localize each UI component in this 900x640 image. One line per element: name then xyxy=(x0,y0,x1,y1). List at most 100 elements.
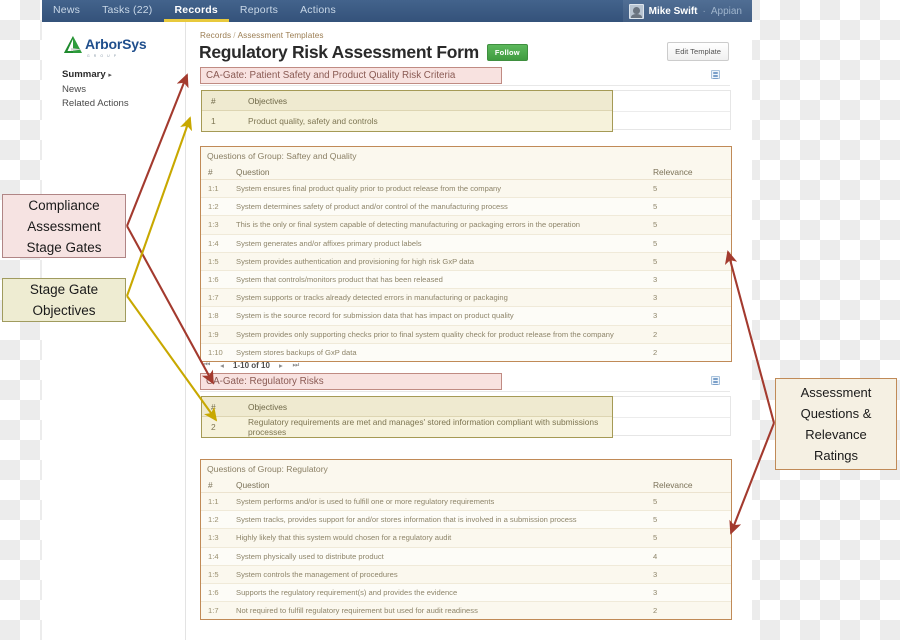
breadcrumb-root[interactable]: Records xyxy=(200,31,231,40)
question-text: System performs and/or is used to fulfil… xyxy=(236,497,495,507)
main-panel: Records / Assessment Templates Regulatory … xyxy=(187,22,743,640)
table-row[interactable]: 1:4 System generates and/or affixes prima… xyxy=(201,234,731,253)
table-row[interactable]: 1:2 System tracks, provides support for a… xyxy=(201,511,731,530)
question-text: System is the source record for submissi… xyxy=(236,311,514,321)
table-row[interactable]: 1:8 System is the source record for submi… xyxy=(201,307,731,326)
table-row[interactable]: 1:5 System controls the management of pro… xyxy=(201,565,731,584)
follow-button[interactable]: Follow xyxy=(486,43,528,61)
pager-range-label: 1-10 of 10 xyxy=(233,360,270,370)
gate-header: CA-Gate: Patient Safety and Product Qual… xyxy=(200,67,502,84)
relevance-value: 2 xyxy=(653,606,658,616)
question-number: 1:5 xyxy=(208,569,219,579)
pager-next-button[interactable]: ▸ xyxy=(277,361,285,370)
table-row[interactable]: 1:3 This is the only or final system capa… xyxy=(201,216,731,235)
question-number: 1:4 xyxy=(208,551,219,561)
question-number: 1:9 xyxy=(208,329,219,339)
section-menu-icon[interactable] xyxy=(711,70,720,80)
callout-assessment-questions-relevance-ratings: Assessment Questions & Relevance Ratings xyxy=(775,378,897,470)
table-header-row: # Objectives xyxy=(202,397,612,417)
title-row: Regulatory Risk Assessment Form Follow xyxy=(199,41,528,63)
relevance-value: 5 xyxy=(653,515,658,525)
table-row[interactable]: 1:9 System provides only supporting check… xyxy=(201,325,731,344)
question-text: System stores backups of GxP data xyxy=(236,347,357,357)
relevance-value: 5 xyxy=(653,220,658,230)
table-row[interactable]: 1:6 Supports the regulatory requirement(s… xyxy=(201,583,731,603)
question-text: System generates and/or affixes primary … xyxy=(236,238,422,248)
question-text: System provides only supporting checks p… xyxy=(236,329,614,339)
question-number: 1:7 xyxy=(208,606,219,616)
relevance-value: 2 xyxy=(653,329,658,339)
nav-item-label: Reports xyxy=(239,3,279,16)
relevance-value: 5 xyxy=(653,238,658,248)
logo-text-sys: Sys xyxy=(122,36,147,52)
pager-first-button[interactable]: ⏮ xyxy=(203,360,211,370)
breadcrumb-leaf[interactable]: Assessment Templates xyxy=(238,31,324,40)
table-row[interactable]: 2 Regulatory requirements are met and man… xyxy=(202,417,612,437)
nav-item-label: News xyxy=(53,3,81,16)
callout-line: Stage Gate xyxy=(29,282,99,297)
relevance-value: 2 xyxy=(653,347,658,357)
gate-section-header-row: CA-Gate: Patient Safety and Product Qual… xyxy=(187,67,743,87)
table-row[interactable]: 1:7 System supports or tracks already det… xyxy=(201,289,731,308)
table-row[interactable]: 1 Product quality, safety and controls xyxy=(202,111,612,131)
pager-last-button[interactable]: ⏭ xyxy=(292,360,300,370)
sidebar-item-news[interactable]: News xyxy=(62,83,180,97)
gate-divider xyxy=(200,85,730,86)
questions-table-body: 1:1 System performs and/or is used to ful… xyxy=(201,493,731,620)
nav-item-reports[interactable]: Reports xyxy=(229,0,289,22)
question-text: System supports or tracks already detect… xyxy=(236,293,508,303)
sidebar: ArborSys G R O U P Summary ▸ News Relate… xyxy=(51,22,186,640)
table-row[interactable]: 1:7 Not required to fulfill regulatory re… xyxy=(201,602,731,620)
pager-prev-button[interactable]: ◂ xyxy=(218,361,226,370)
questions-table-caption: Questions of Group: Saftey and Quality xyxy=(201,147,731,164)
nav-item-news[interactable]: News xyxy=(42,0,91,22)
gate-header-label: CA-Gate: Patient Safety and Product Qual… xyxy=(206,70,456,81)
user-menu[interactable]: Mike Swift · Appian xyxy=(622,0,752,22)
table-row[interactable]: 1:1 System ensures final product quality … xyxy=(201,180,731,199)
column-header-num: # xyxy=(211,95,216,106)
gate-header: CA-Gate: Regulatory Risks xyxy=(200,373,502,390)
question-number: 1:2 xyxy=(208,515,219,525)
objective-number: 2 xyxy=(211,422,216,432)
callout-line: Ratings xyxy=(813,448,859,463)
callout-line: Relevance xyxy=(805,427,867,442)
question-number: 1:7 xyxy=(208,293,219,303)
sidebar-item-related-actions[interactable]: Related Actions xyxy=(62,97,180,111)
table-header-row: # Objectives xyxy=(202,91,612,111)
sidebar-item-summary[interactable]: Summary ▸ xyxy=(62,68,180,83)
gate-divider xyxy=(200,391,730,392)
table-row[interactable]: 1:1 System performs and/or is used to ful… xyxy=(201,493,731,512)
question-text: Supports the regulatory requirement(s) a… xyxy=(236,588,458,598)
question-number: 1:10 xyxy=(208,347,223,357)
column-header-question: Question xyxy=(236,166,270,177)
table-row[interactable]: 1:2 System determines safety of product a… xyxy=(201,198,731,217)
callout-line: Stage Gates xyxy=(26,239,102,255)
top-navigation-bar: News Tasks (22) Records Reports Actions … xyxy=(42,0,752,22)
gate-section-header-row: CA-Gate: Regulatory Risks xyxy=(187,373,743,393)
table-row[interactable]: 1:6 System that controls/monitors product… xyxy=(201,270,731,290)
table-row[interactable]: 1:3 Highly likely that this system would … xyxy=(201,529,731,548)
nav-item-label: Records xyxy=(174,3,218,16)
objective-text: Regulatory requirements are met and mana… xyxy=(248,417,599,437)
gate-header-label: CA-Gate: Regulatory Risks xyxy=(206,376,324,387)
question-number: 1:1 xyxy=(208,497,219,507)
objective-number: 1 xyxy=(211,116,216,126)
logo-subtitle: G R O U P xyxy=(87,54,118,58)
edit-template-button[interactable]: Edit Template xyxy=(667,42,729,61)
question-number: 1:6 xyxy=(208,588,219,598)
sidebar-item-label: Related Actions xyxy=(62,98,129,109)
table-row[interactable]: 1:4 System physically used to distribute … xyxy=(201,547,731,566)
nav-item-tasks[interactable]: Tasks (22) xyxy=(91,0,163,22)
table-header-row: # Question Relevance xyxy=(201,164,731,180)
logo: ArborSys G R O U P xyxy=(62,34,147,58)
question-number: 1:1 xyxy=(208,184,219,194)
section-menu-icon[interactable] xyxy=(711,376,720,386)
callout-line: Compliance xyxy=(28,197,100,213)
column-header-question: Question xyxy=(236,479,270,490)
callout-line: Assessment xyxy=(27,218,101,234)
table-row[interactable]: 1:5 System provides authentication and pr… xyxy=(201,252,731,271)
nav-item-actions[interactable]: Actions xyxy=(289,0,347,22)
objectives-table: # Objectives 1 Product quality, safety and … xyxy=(201,90,613,132)
question-text: This is the only or final system capable… xyxy=(236,220,581,230)
nav-item-records[interactable]: Records xyxy=(163,0,229,22)
